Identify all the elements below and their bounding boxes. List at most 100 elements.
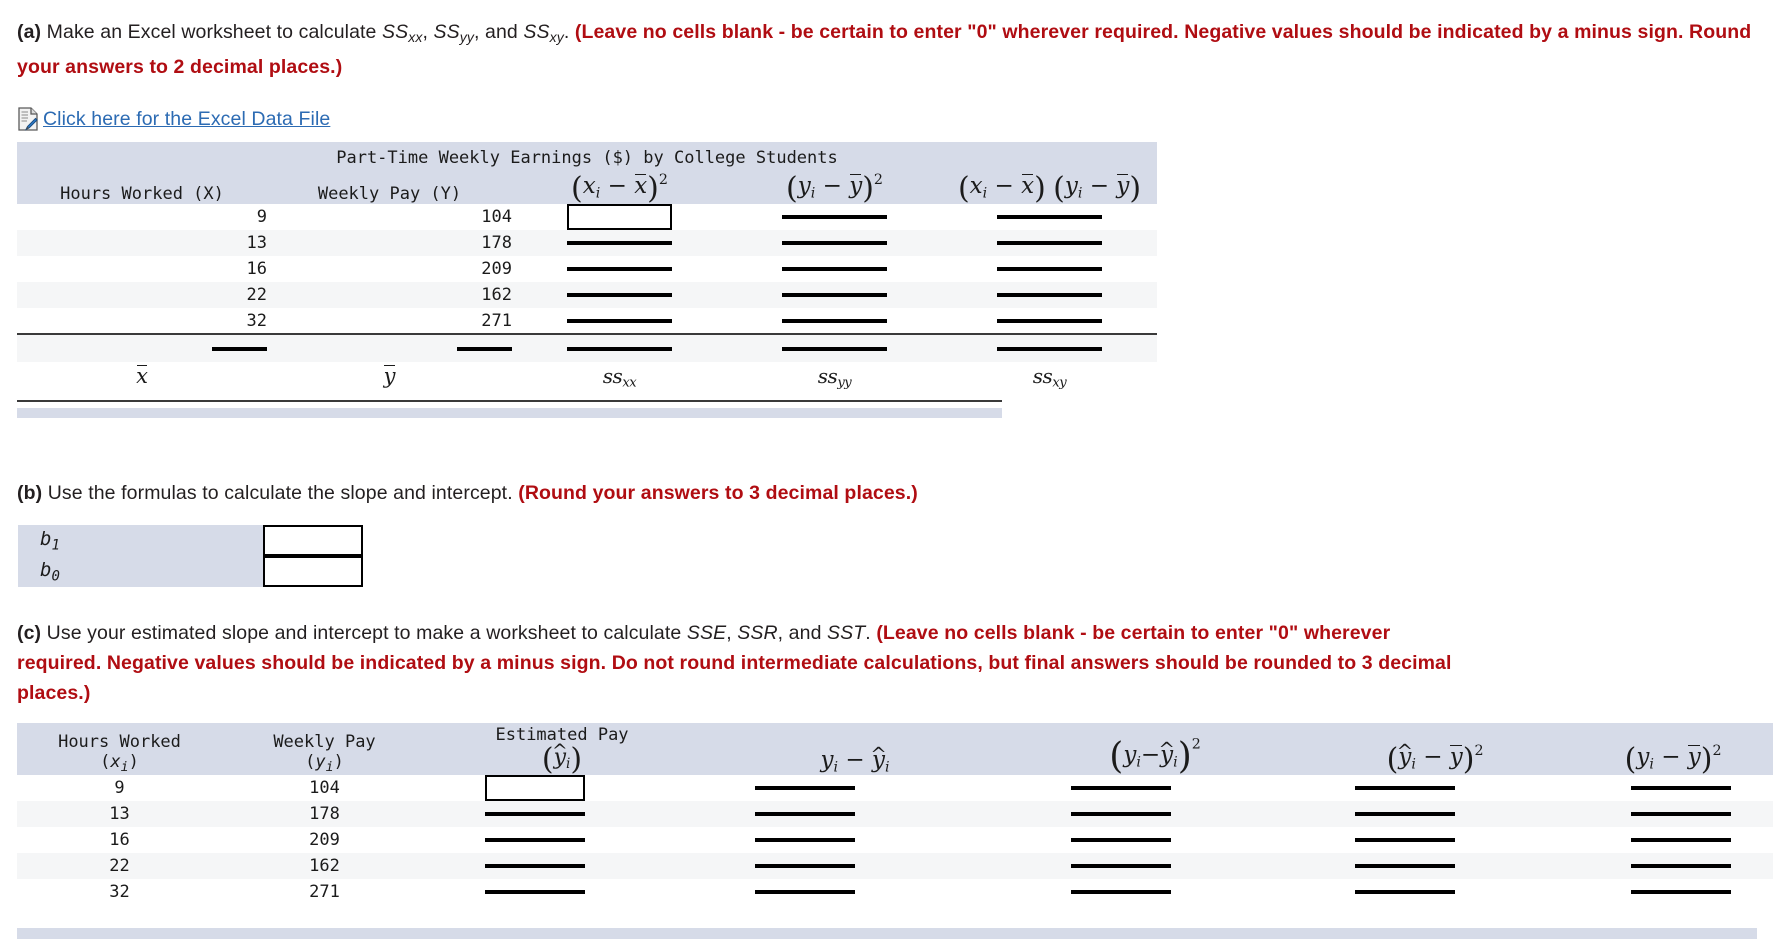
table-row: 13 178 <box>17 801 1773 827</box>
cell-pay: 178 <box>309 804 340 824</box>
input-residual-sq-row2[interactable] <box>1071 812 1172 816</box>
table-c-col-hours-sub: (xi) <box>100 752 139 775</box>
table-c-col-estimated-pay: Estimated Pay (y ^ i) <box>427 723 697 775</box>
part-c-sse: SSE <box>686 622 727 644</box>
cell-pay: 178 <box>481 233 512 253</box>
input-ssyy[interactable] <box>782 346 887 351</box>
input-regression-sq-row1[interactable] <box>1355 786 1456 790</box>
input-regression-sq-row4[interactable] <box>1355 864 1456 868</box>
input-b1[interactable] <box>263 525 363 556</box>
part-b-label: (b) <box>17 482 43 504</box>
part-c-sst: SST <box>827 622 866 644</box>
table-a-col-ydev2: (yi − y)2 <box>786 171 883 206</box>
input-yhat-row3[interactable] <box>485 838 585 842</box>
input-residual-sq-row4[interactable] <box>1071 864 1172 868</box>
input-total-sq-row4[interactable] <box>1631 864 1732 868</box>
table-a-bottom-rule <box>17 400 1002 402</box>
input-ssxx[interactable] <box>567 346 672 351</box>
input-yhat-row4[interactable] <box>485 864 585 868</box>
input-xdev2-row3[interactable] <box>567 267 672 271</box>
input-xydev-row4[interactable] <box>997 293 1102 297</box>
table-row: 13 178 <box>17 230 1157 256</box>
part-a-text-1: Make an Excel worksheet to calculate <box>41 21 383 43</box>
input-yhat-row5[interactable] <box>485 890 585 894</box>
input-yhat-row2[interactable] <box>485 812 585 816</box>
input-xydev-row5[interactable] <box>997 318 1102 323</box>
table-row: 16 209 <box>17 256 1157 282</box>
table-c-col-residual: yi − y ^ i <box>820 742 890 776</box>
worksheet-table-c: Hours Worked (xi) Weekly Pay (yi) Estima… <box>17 723 1773 905</box>
table-row: 22 162 <box>17 282 1157 308</box>
input-residual-sq-row3[interactable] <box>1071 838 1172 842</box>
part-c-text-2: , <box>726 622 738 644</box>
excel-document-icon <box>18 107 39 131</box>
part-a-ssxx: SSxx <box>382 21 423 45</box>
table-a-col-xdev2: (xi − x)2 <box>571 171 668 206</box>
input-residual-row1[interactable] <box>755 786 856 790</box>
symbol-ssyy: ssyy <box>817 363 852 391</box>
part-a-ssyy: SSyy <box>433 21 474 45</box>
input-ydev2-row2[interactable] <box>782 241 887 245</box>
input-xydev-row1[interactable] <box>997 215 1102 219</box>
table-row: 9 104 <box>17 775 1773 801</box>
table-a-title: Part-Time Weekly Earnings ($) by College… <box>336 148 838 168</box>
table-row: 9 104 <box>17 204 1157 230</box>
table-a-col-xydev: (xi − x) (yi − y) <box>957 171 1142 206</box>
part-c-ssr: SSR <box>737 622 778 644</box>
cell-hours: 9 <box>114 778 125 798</box>
part-a-text-3: , and <box>473 21 524 43</box>
input-total-sq-row2[interactable] <box>1631 812 1732 816</box>
input-ydev2-row3[interactable] <box>782 267 887 271</box>
symbol-ssxy: ssxy <box>1032 363 1067 391</box>
table-c-header-row: Hours Worked (xi) Weekly Pay (yi) Estima… <box>17 723 1773 775</box>
input-total-sq-row5[interactable] <box>1631 890 1732 894</box>
cell-pay: 104 <box>309 778 340 798</box>
excel-data-file-row[interactable]: Click here for the Excel Data File <box>18 107 330 131</box>
cell-pay: 162 <box>481 285 512 305</box>
input-residual-row4[interactable] <box>755 864 856 868</box>
input-residual-sq-row1[interactable] <box>1071 786 1172 790</box>
cell-hours: 13 <box>109 804 130 824</box>
input-xbar[interactable] <box>212 346 267 351</box>
table-c-col-pay-sub: (yi) <box>305 752 344 775</box>
part-c-prompt: (c) Use your estimated slope and interce… <box>17 618 1477 708</box>
input-xdev2-row1[interactable] <box>567 204 672 230</box>
part-b-text: Use the formulas to calculate the slope … <box>42 482 519 504</box>
input-residual-sq-row5[interactable] <box>1071 890 1172 894</box>
input-regression-sq-row5[interactable] <box>1355 890 1456 894</box>
input-residual-row5[interactable] <box>755 890 856 894</box>
input-ybar[interactable] <box>457 346 512 351</box>
input-residual-row2[interactable] <box>755 812 856 816</box>
input-residual-row3[interactable] <box>755 838 856 842</box>
input-xydev-row2[interactable] <box>997 241 1102 245</box>
input-regression-sq-row2[interactable] <box>1355 812 1456 816</box>
cell-hours: 32 <box>109 882 130 902</box>
input-xdev2-row4[interactable] <box>567 293 672 297</box>
table-row: 22 162 <box>17 853 1773 879</box>
input-ydev2-row5[interactable] <box>782 318 887 323</box>
input-total-sq-row3[interactable] <box>1631 838 1732 842</box>
input-xdev2-row5[interactable] <box>567 318 672 323</box>
part-c-text-4: . <box>865 622 877 644</box>
table-c-accent-bar <box>17 928 1757 939</box>
input-xdev2-row2[interactable] <box>567 241 672 245</box>
input-xydev-row3[interactable] <box>997 267 1102 271</box>
input-total-sq-row1[interactable] <box>1631 786 1732 790</box>
table-c-col-yhat: (y ^ i) <box>541 740 583 777</box>
table-c-col-hours: Hours Worked (xi) <box>17 723 222 775</box>
table-a-col-pay: Weekly Pay (Y) <box>317 184 462 204</box>
table-c-col-regression-sq: (y ^ i − y)2 <box>1386 739 1484 777</box>
part-b-prompt: (b) Use the formulas to calculate the sl… <box>17 478 1757 508</box>
cell-hours: 9 <box>256 207 267 227</box>
input-ssxy[interactable] <box>997 346 1102 351</box>
label-b0: b0 <box>40 558 60 585</box>
input-ydev2-row1[interactable] <box>782 215 887 219</box>
input-b0[interactable] <box>263 556 363 587</box>
input-ydev2-row4[interactable] <box>782 293 887 297</box>
cell-hours: 22 <box>109 856 130 876</box>
input-regression-sq-row3[interactable] <box>1355 838 1456 842</box>
cell-hours: 16 <box>109 830 130 850</box>
excel-data-file-link[interactable]: Click here for the Excel Data File <box>43 108 330 131</box>
symbol-xbar: x <box>136 364 148 388</box>
input-yhat-row1[interactable] <box>485 775 585 801</box>
